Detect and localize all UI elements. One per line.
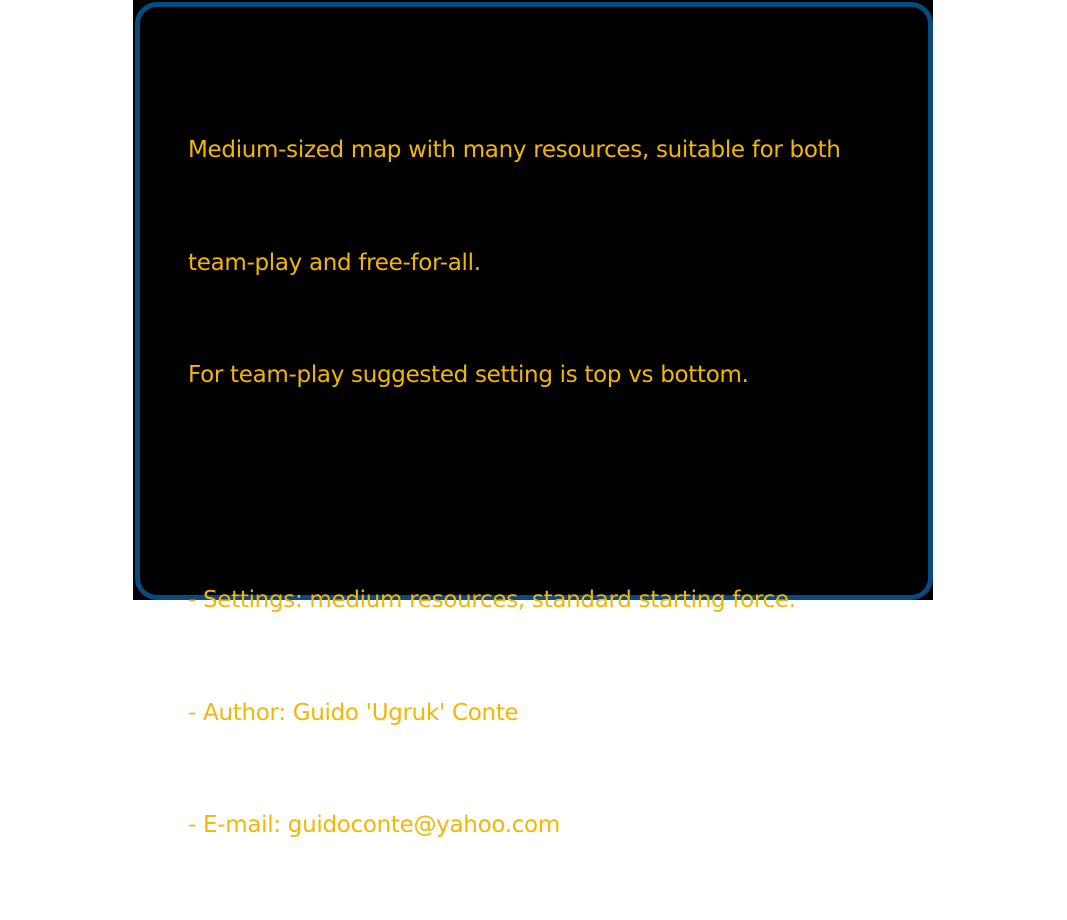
author-line: - Author: Guido 'Ugruk' Conte	[188, 699, 519, 726]
map-description-text: Medium-sized map with many resources, su…	[188, 57, 908, 920]
description-blank-line	[188, 470, 908, 508]
description-line: For team-play suggested setting is top v…	[188, 362, 749, 388]
email-line: - E-mail: guidoconte@yahoo.com	[188, 812, 560, 838]
description-line: Medium-sized map with many resources, su…	[188, 137, 841, 163]
map-description-panel: Medium-sized map with many resources, su…	[135, 2, 933, 838]
settings-line: - Settings: medium resources, standard s…	[188, 587, 796, 613]
description-line: team-play and free-for-all.	[188, 249, 481, 276]
